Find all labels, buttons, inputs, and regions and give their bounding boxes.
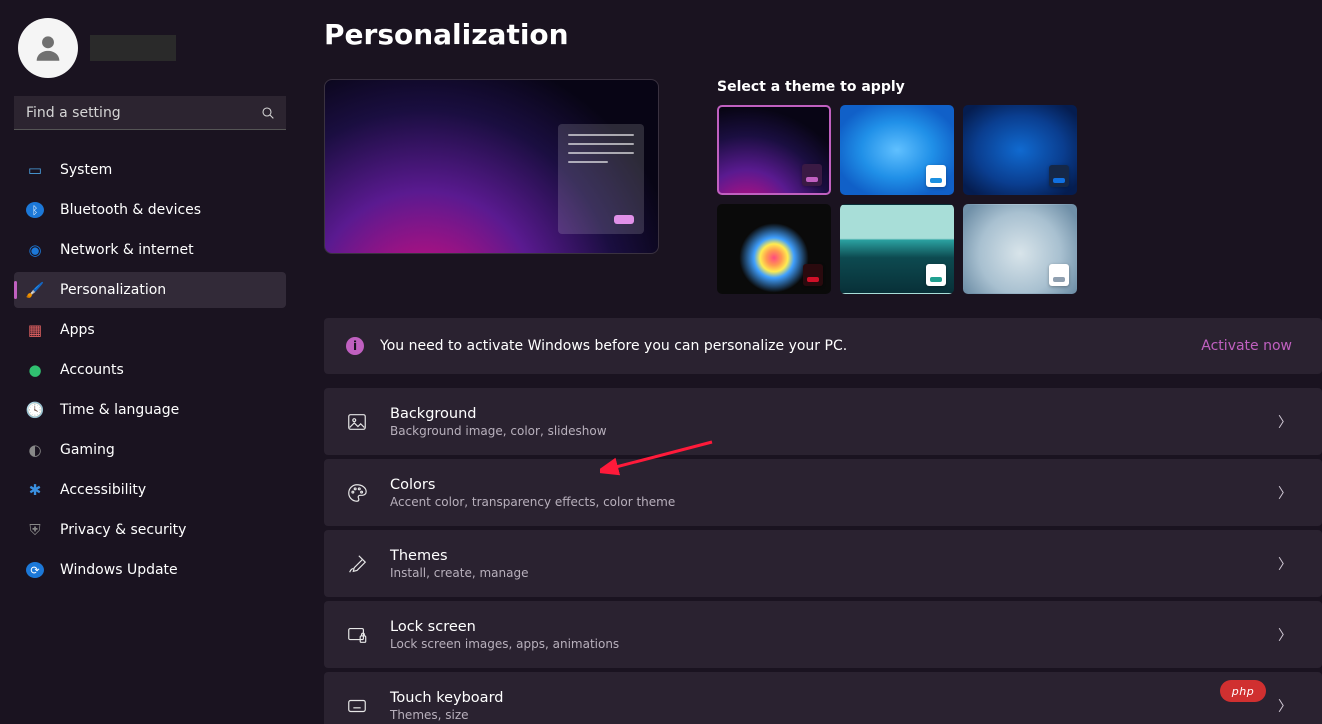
nav-label: Windows Update [60,562,178,578]
bluetooth-icon: ᛒ [26,202,44,218]
apps-icon: ▦ [26,321,44,339]
theme-thumb-6[interactable] [963,204,1077,294]
system-icon: ▭ [26,161,44,179]
row-subtitle: Accent color, transparency effects, colo… [390,495,1256,509]
row-subtitle: Background image, color, slideshow [390,424,1256,438]
row-subtitle: Install, create, manage [390,566,1256,580]
theme-grid [717,105,1077,294]
row-subtitle: Themes, size [390,708,1256,722]
sidebar: ▭ System ᛒ Bluetooth & devices ◉ Network… [0,0,300,724]
nav-label: Bluetooth & devices [60,202,201,218]
row-title: Background [390,406,1256,422]
update-icon: ⟳ [26,562,44,578]
nav-label: Gaming [60,442,115,458]
search-icon [260,105,276,121]
info-icon: i [346,337,364,355]
page-title: Personalization [324,18,1322,51]
theme-thumb-3[interactable] [963,105,1077,195]
theme-select-label: Select a theme to apply [717,79,1077,95]
theme-thumb-4[interactable] [717,204,831,294]
person-icon [31,31,65,65]
row-title: Lock screen [390,619,1256,635]
row-subtitle: Lock screen images, apps, animations [390,637,1256,651]
profile-block[interactable] [14,10,286,96]
chevron-right-icon: 〉 [1278,554,1300,574]
preview-window [558,124,644,234]
gaming-icon: ◐ [26,441,44,459]
row-title: Colors [390,477,1256,493]
person-icon: ● [26,361,44,379]
theme-thumb-1[interactable] [717,105,831,195]
picture-icon [346,411,368,433]
settings-list: Background Background image, color, slid… [324,388,1322,724]
accessibility-icon: ✱ [26,481,44,499]
lockscreen-icon [346,624,368,646]
theme-picker: Select a theme to apply [717,79,1077,294]
keyboard-icon [346,695,368,717]
nav-list: ▭ System ᛒ Bluetooth & devices ◉ Network… [14,152,286,588]
nav-item-privacy[interactable]: ⛨ Privacy & security [14,512,286,548]
wifi-icon: ◉ [26,241,44,259]
nav-label: Personalization [60,282,166,298]
activation-banner: i You need to activate Windows before yo… [324,318,1322,374]
nav-label: Network & internet [60,242,194,258]
chevron-right-icon: 〉 [1278,412,1300,432]
main-content: Personalization Select a theme to apply … [300,0,1322,724]
nav-label: Accounts [60,362,124,378]
setting-row-lockscreen[interactable]: Lock screen Lock screen images, apps, an… [324,601,1322,668]
nav-label: Time & language [60,402,179,418]
shield-icon: ⛨ [26,521,44,539]
clock-icon: 🕓 [26,401,44,419]
nav-item-accounts[interactable]: ● Accounts [14,352,286,388]
avatar [18,18,78,78]
theme-thumb-5[interactable] [840,204,954,294]
chevron-right-icon: 〉 [1278,696,1300,716]
setting-row-background[interactable]: Background Background image, color, slid… [324,388,1322,455]
nav-item-bluetooth[interactable]: ᛒ Bluetooth & devices [14,192,286,228]
activate-now-link[interactable]: Activate now [1201,338,1300,354]
row-title: Touch keyboard [390,690,1256,706]
setting-row-themes[interactable]: Themes Install, create, manage 〉 [324,530,1322,597]
palette-icon [346,482,368,504]
preview-accent [614,215,634,224]
nav-label: System [60,162,112,178]
nav-item-network[interactable]: ◉ Network & internet [14,232,286,268]
row-title: Themes [390,548,1256,564]
desktop-preview [324,79,659,254]
nav-label: Accessibility [60,482,146,498]
nav-item-time[interactable]: 🕓 Time & language [14,392,286,428]
nav-item-apps[interactable]: ▦ Apps [14,312,286,348]
nav-label: Privacy & security [60,522,186,538]
nav-item-system[interactable]: ▭ System [14,152,286,188]
banner-text: You need to activate Windows before you … [380,338,847,354]
nav-item-gaming[interactable]: ◐ Gaming [14,432,286,468]
setting-row-touchkeyboard[interactable]: Touch keyboard Themes, size 〉 [324,672,1322,724]
nav-item-accessibility[interactable]: ✱ Accessibility [14,472,286,508]
brush-icon [346,553,368,575]
chevron-right-icon: 〉 [1278,483,1300,503]
profile-name-redacted [90,35,176,61]
search-box[interactable] [14,96,286,130]
chevron-right-icon: 〉 [1278,625,1300,645]
nav-item-personalization[interactable]: 🖌️ Personalization [14,272,286,308]
php-badge: php [1220,680,1266,702]
search-input[interactable] [14,96,286,130]
nav-item-update[interactable]: ⟳ Windows Update [14,552,286,588]
nav-label: Apps [60,322,95,338]
setting-row-colors[interactable]: Colors Accent color, transparency effect… [324,459,1322,526]
theme-row: Select a theme to apply [324,79,1322,294]
theme-thumb-2[interactable] [840,105,954,195]
paintbrush-icon: 🖌️ [26,281,44,299]
